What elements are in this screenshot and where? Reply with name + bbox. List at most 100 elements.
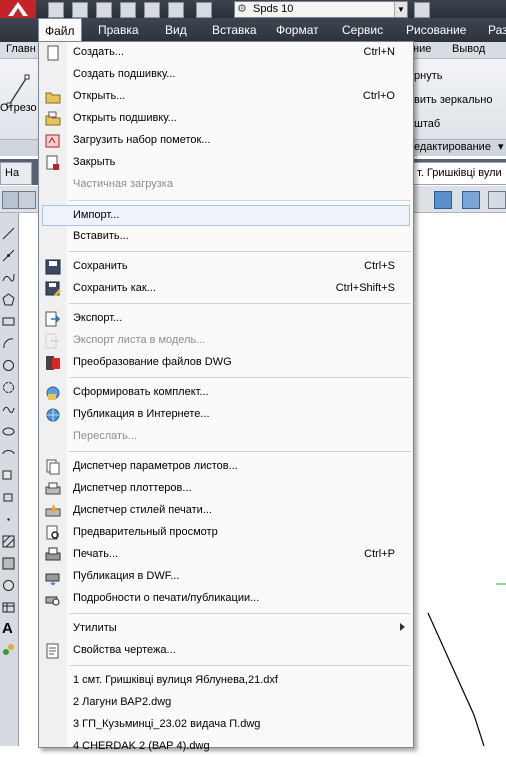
rotate-tool-label[interactable]: рнуть [414, 70, 442, 82]
modify-panel-label[interactable]: едактирование [414, 141, 491, 153]
rectangle-icon[interactable] [2, 315, 15, 328]
mtext-icon[interactable]: A [2, 621, 15, 636]
circle-icon[interactable] [2, 359, 15, 372]
file-menu-item[interactable]: Публикация в DWF... [39, 566, 413, 587]
save-as-icon [45, 281, 61, 297]
menu-dimension[interactable]: Раз [488, 18, 506, 42]
file-menu-item[interactable]: Создать подшивку... [39, 64, 413, 85]
file-menu-item[interactable]: Открыть... Ctrl+O [39, 86, 413, 107]
file-menu-item[interactable]: Подробности о печати/публикации... [39, 588, 413, 609]
file-menu-item[interactable]: Утилиты [39, 618, 413, 639]
file-menu-item-label: Публикация в DWF... [73, 570, 180, 582]
ribbon-tab-output[interactable]: Вывод [452, 43, 485, 55]
file-menu-item-label: Создать подшивку... [73, 68, 176, 80]
export-icon [45, 311, 61, 327]
file-menu-item[interactable]: Преобразование файлов DWG [39, 352, 413, 373]
block-icon[interactable] [488, 191, 506, 209]
file-menu-item[interactable]: Вставить... [39, 226, 413, 247]
print-icon[interactable] [144, 2, 160, 18]
file-menu-item[interactable]: Импорт... [42, 205, 410, 226]
add-selected-icon[interactable] [2, 643, 15, 656]
menu-file[interactable]: Файл [38, 18, 82, 42]
gradient-icon[interactable] [2, 557, 15, 570]
insert-block-icon[interactable] [2, 469, 15, 482]
menu-separator [69, 200, 411, 201]
file-menu-item-shortcut: Ctrl+Shift+S [335, 282, 395, 294]
file-menu-item[interactable]: Диспетчер плоттеров... [39, 478, 413, 499]
file-menu-item[interactable]: Открыть подшивку... [39, 108, 413, 129]
file-menu-item-label: Диспетчер стилей печати... [73, 504, 212, 516]
polyline-icon[interactable] [2, 271, 15, 284]
file-menu-item-shortcut: Ctrl+N [363, 46, 395, 58]
revcloud-icon[interactable] [2, 381, 15, 394]
file-menu-item[interactable]: Сформировать комплект... [39, 382, 413, 403]
menu-view[interactable]: Вид [165, 18, 187, 42]
open-sheetset-icon [45, 111, 61, 127]
menu-format[interactable]: Формат [276, 18, 319, 42]
file-menu-item[interactable]: Печать... Ctrl+P [39, 544, 413, 565]
make-block-icon[interactable] [2, 491, 15, 504]
line-icon[interactable] [2, 227, 15, 240]
polygon-icon[interactable] [2, 293, 15, 306]
drawing-canvas[interactable] [412, 213, 506, 746]
file-menu-item[interactable]: Экспорт... [39, 308, 413, 329]
file-menu-item-label: Сохранить [73, 260, 128, 272]
redo-icon[interactable] [196, 2, 212, 18]
file-menu-item[interactable]: 1 смт. Гришківці вулиця Яблунева,21.dxf [39, 670, 413, 691]
doc-tab-active[interactable]: т. Гришківці вули [412, 162, 506, 185]
menu-draw[interactable]: Рисование [406, 18, 466, 42]
ellipse-arc-icon[interactable] [2, 447, 15, 460]
doc-tab-start[interactable]: На [0, 162, 32, 185]
undo-icon[interactable] [168, 2, 184, 18]
file-menu-item-label: Переслать... [73, 430, 137, 442]
menu-edit[interactable]: Правка [98, 18, 139, 42]
file-menu-item-shortcut: Ctrl+P [364, 548, 395, 560]
region-icon[interactable] [2, 579, 15, 592]
plot-style-icon [45, 503, 61, 519]
chevron-down-icon[interactable]: ▾ [498, 140, 504, 153]
save-icon[interactable] [96, 2, 112, 18]
chevron-down-icon: ▼ [394, 2, 407, 17]
ellipse-icon[interactable] [2, 425, 15, 438]
file-menu-item[interactable]: Сохранить как... Ctrl+Shift+S [39, 278, 413, 299]
save-as-icon[interactable] [120, 2, 136, 18]
workspace-select[interactable]: ⚙ Spds 10 ▼ [234, 1, 408, 18]
menu-insert[interactable]: Вставка [212, 18, 257, 42]
hatch-icon[interactable] [434, 191, 452, 209]
snap-icon[interactable] [18, 191, 36, 209]
file-menu-item[interactable]: Закрыть [39, 152, 413, 173]
table-tool-icon[interactable] [2, 601, 15, 614]
file-menu-item: Переслать... [39, 426, 413, 447]
file-menu-item[interactable]: Предварительный просмотр [39, 522, 413, 543]
file-menu-item[interactable]: Загрузить набор пометок... [39, 130, 413, 151]
layer-icon[interactable] [414, 2, 430, 18]
open-icon[interactable] [72, 2, 88, 18]
menu-tools[interactable]: Сервис [342, 18, 383, 42]
file-menu-item-label: Импорт... [73, 209, 120, 221]
construction-line-icon[interactable] [2, 249, 15, 262]
hatch-tool-icon[interactable] [2, 535, 15, 548]
file-menu-item[interactable]: Сохранить Ctrl+S [39, 256, 413, 277]
file-menu-item[interactable]: 4 CHERDAK 2 (ВАР 4).dwg [39, 736, 413, 757]
autocad-logo[interactable] [0, 0, 36, 18]
publish-dwf-icon [45, 569, 61, 586]
file-menu-item[interactable]: 2 Лагуни ВАР2.dwg [39, 692, 413, 713]
arc-icon[interactable] [2, 337, 15, 350]
file-menu-item[interactable]: Свойства чертежа... [39, 640, 413, 661]
file-menu-item-label: 4 CHERDAK 2 (ВАР 4).dwg [73, 740, 210, 752]
point-icon[interactable] [2, 513, 15, 526]
ribbon-tab-annotate[interactable]: ние [413, 43, 431, 55]
menu-separator [69, 451, 411, 452]
table-icon[interactable] [462, 191, 480, 209]
file-menu-item[interactable]: Диспетчер параметров листов... [39, 456, 413, 477]
file-menu-item[interactable]: Создать... Ctrl+N [39, 42, 413, 63]
file-menu-item[interactable]: 3 ГП_Кузьминці_23.02 видача П.dwg [39, 714, 413, 735]
file-menu-item[interactable]: Публикация в Интернете... [39, 404, 413, 425]
scale-tool-label[interactable]: штаб [414, 118, 440, 130]
mirror-tool-label[interactable]: вить зеркально [414, 94, 492, 106]
ribbon-tab-home[interactable]: Главн [6, 43, 36, 55]
file-menu-item-shortcut: Ctrl+S [364, 260, 395, 272]
new-icon[interactable] [48, 2, 64, 18]
file-menu-item[interactable]: Диспетчер стилей печати... [39, 500, 413, 521]
spline-icon[interactable] [2, 403, 15, 416]
